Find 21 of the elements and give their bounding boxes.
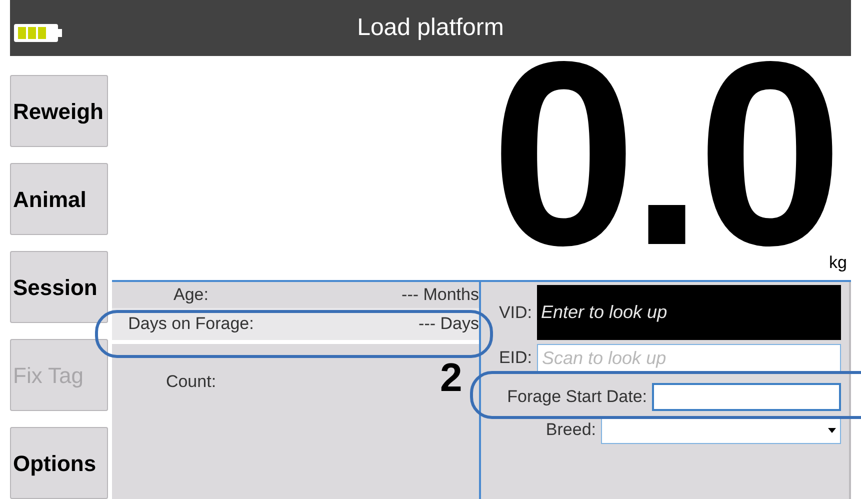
date-field[interactable] xyxy=(652,383,841,411)
info-label: Age: xyxy=(172,284,210,306)
eid-field[interactable]: Scan to look up xyxy=(537,344,841,372)
field-label: Forage Start Date: xyxy=(507,386,647,408)
side-button[interactable]: Reweigh xyxy=(10,75,108,147)
window-title: Load platform xyxy=(357,13,504,43)
caret-icon xyxy=(828,428,836,432)
vid-field[interactable]: Enter to look up xyxy=(537,285,841,340)
side-button[interactable]: Animal xyxy=(10,163,108,235)
field-label: VID: xyxy=(498,302,532,324)
side-button[interactable]: Options xyxy=(10,427,108,499)
info-label: Days on Forage: xyxy=(127,313,255,336)
info-value: --- Months xyxy=(402,284,479,306)
field-label: EID: xyxy=(498,347,532,370)
field-label: Breed: xyxy=(546,419,596,442)
side-button[interactable]: Session xyxy=(10,251,108,323)
weight-unit: kg xyxy=(829,252,847,274)
battery-icon xyxy=(14,24,62,42)
info-value: --- Days xyxy=(418,313,479,336)
info-label: Count: xyxy=(164,370,218,392)
annotation-number: 2 xyxy=(440,358,462,398)
